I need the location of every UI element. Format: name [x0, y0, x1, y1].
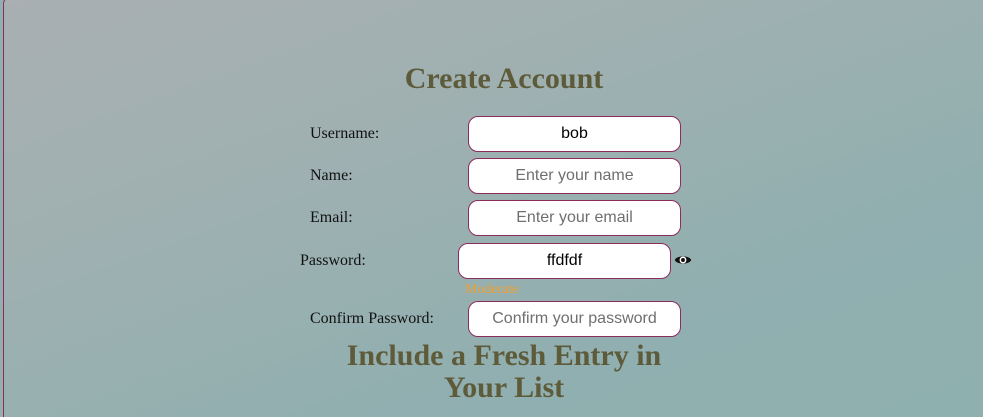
section-heading-line2: Your List — [443, 371, 565, 404]
username-label: Username: — [310, 125, 380, 142]
password-input[interactable] — [458, 243, 671, 279]
email-label: Email: — [310, 209, 353, 226]
email-input[interactable] — [468, 200, 681, 236]
name-input[interactable] — [468, 158, 681, 194]
confirm-password-input[interactable] — [468, 301, 681, 337]
name-label: Name: — [310, 167, 353, 184]
section-heading-line1: Include a Fresh Entry in — [346, 339, 662, 372]
page-title: Create Account — [404, 62, 604, 95]
confirm-password-label: Confirm Password: — [310, 310, 434, 327]
username-input[interactable] — [468, 116, 681, 152]
section-heading: Include a Fresh Entry in Your List — [0, 340, 983, 404]
password-label: Password: — [300, 252, 366, 269]
eye-icon[interactable] — [674, 251, 692, 269]
password-strength-indicator: Moderate — [465, 282, 519, 297]
